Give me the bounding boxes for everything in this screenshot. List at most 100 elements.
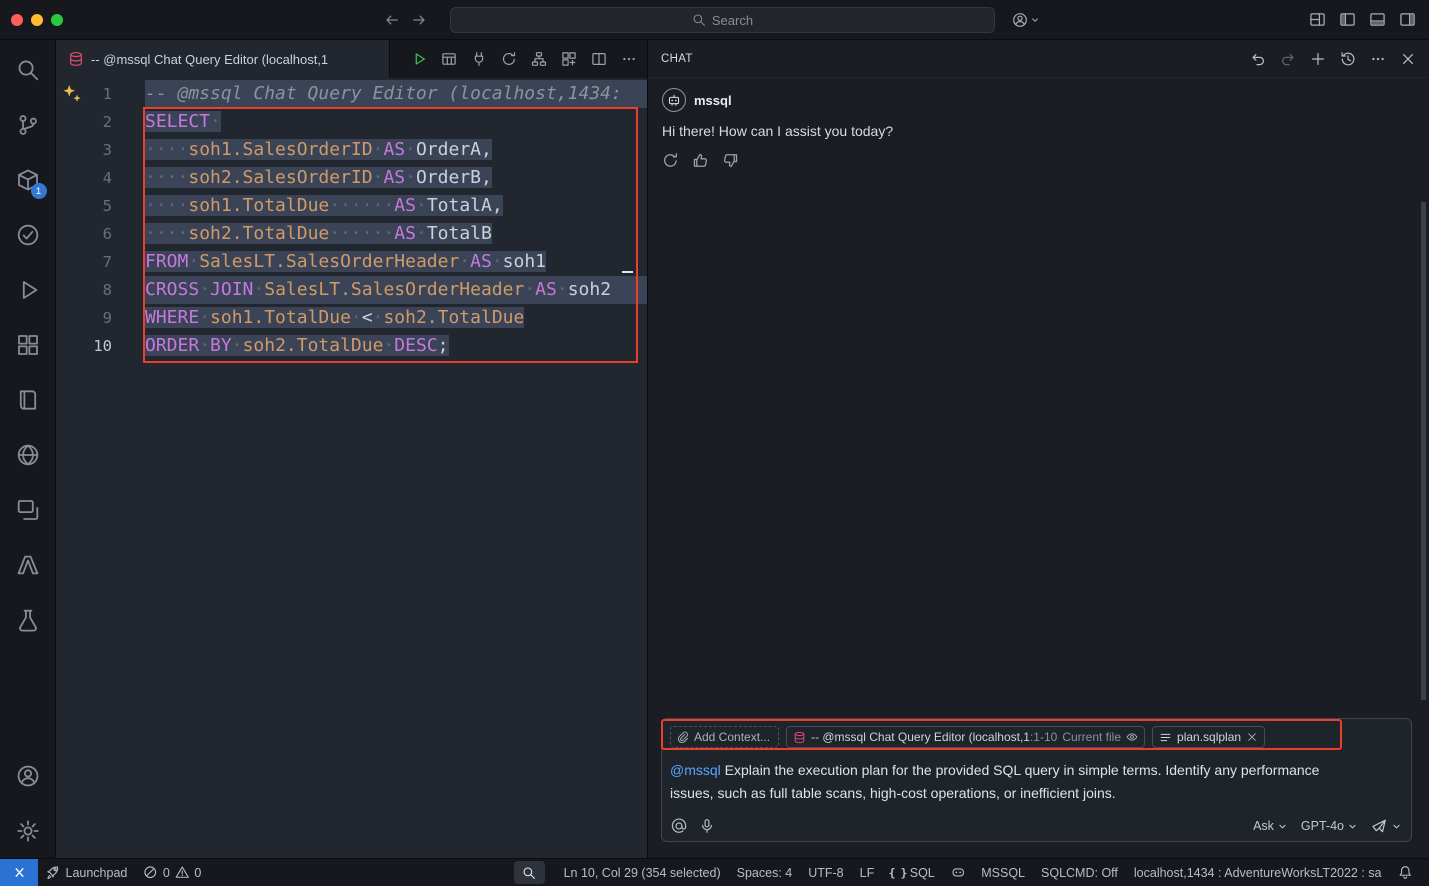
activity-item-accounts[interactable] xyxy=(4,748,52,803)
chip-label: -- @mssql Chat Query Editor (localhost,1… xyxy=(811,730,1057,744)
activity-item-settings[interactable] xyxy=(4,803,52,858)
toggle-primary-sidebar-icon[interactable] xyxy=(1339,11,1356,28)
toggle-secondary-sidebar-icon[interactable] xyxy=(1399,11,1416,28)
add-context-button[interactable]: Add Context... xyxy=(670,726,779,748)
bell-icon xyxy=(1398,865,1413,880)
launchpad-status[interactable]: Launchpad xyxy=(38,859,135,886)
chat-history-button[interactable] xyxy=(1336,47,1359,70)
change-connection-button[interactable] xyxy=(496,47,521,72)
helpful-button[interactable] xyxy=(692,152,709,169)
list-icon xyxy=(1159,731,1172,744)
query-plan-button[interactable] xyxy=(556,47,581,72)
remote-indicator[interactable] xyxy=(0,859,38,886)
close-window-button[interactable] xyxy=(11,14,23,26)
code-line-8[interactable]: 8 CROSS·JOIN·SalesLT.SalesOrderHeader·AS… xyxy=(56,276,647,304)
activity-item-remote-explorer[interactable] xyxy=(4,482,52,537)
activity-item-sql-tools[interactable] xyxy=(4,592,52,647)
nav-back-icon[interactable] xyxy=(384,12,400,28)
check-circle-icon xyxy=(16,223,40,247)
new-chat-button[interactable] xyxy=(1306,47,1329,70)
line-number: 3 xyxy=(56,136,112,164)
code-line-9[interactable]: 9 WHERE·soh1.TotalDue·<·soh2.TotalDue xyxy=(56,304,647,332)
source-control-icon xyxy=(16,113,40,137)
send-button[interactable] xyxy=(1371,818,1402,834)
indentation[interactable]: Spaces: 4 xyxy=(729,859,801,886)
copilot-sparkle-icon[interactable] xyxy=(61,83,83,105)
code-line-3[interactable]: 3 ····soh1.SalesOrderID·AS·OrderA, xyxy=(56,136,647,164)
more-actions-button[interactable] xyxy=(616,47,641,72)
eol[interactable]: LF xyxy=(852,859,883,886)
robot-icon xyxy=(667,93,681,107)
redo-button[interactable] xyxy=(1276,47,1299,70)
code-line-2[interactable]: 2 SELECT· xyxy=(56,108,647,136)
connect-button[interactable] xyxy=(466,47,491,72)
sqlcmd-status[interactable]: SQLCMD: Off xyxy=(1033,859,1126,886)
language-mode[interactable]: { }SQL xyxy=(882,859,943,886)
problems-status[interactable]: 0 0 xyxy=(135,859,209,886)
azure-icon xyxy=(16,553,40,577)
run-query-button[interactable] xyxy=(406,47,431,72)
mssql-status[interactable]: MSSQL xyxy=(973,859,1033,886)
unhelpful-button[interactable] xyxy=(722,152,739,169)
show-results-button[interactable] xyxy=(436,47,461,72)
context-chip-query-editor[interactable]: -- @mssql Chat Query Editor (localhost,1… xyxy=(786,726,1145,748)
code-line-4[interactable]: 4 ····soh2.SalesOrderID·AS·OrderB, xyxy=(56,164,647,192)
context-chip-sqlplan[interactable]: plan.sqlplan xyxy=(1152,726,1265,748)
code-line-text: ORDER·BY·soh2.TotalDue·DESC; xyxy=(145,332,647,360)
copilot-status[interactable] xyxy=(943,859,974,886)
code-line-1[interactable]: 1 -- @mssql Chat Query Editor (localhost… xyxy=(56,80,647,108)
nav-forward-icon[interactable] xyxy=(411,12,427,28)
chat-prompt-input[interactable]: @mssql Explain the execution plan for th… xyxy=(670,759,1365,805)
encoding[interactable]: UTF-8 xyxy=(800,859,851,886)
cursor-position[interactable]: Ln 10, Col 29 (354 selected) xyxy=(556,859,729,886)
activity-item-documentation[interactable] xyxy=(4,372,52,427)
editor-tab[interactable]: -- @mssql Chat Query Editor (localhost,1 xyxy=(56,40,390,78)
zoom-indicator[interactable] xyxy=(514,861,545,884)
book-icon xyxy=(16,388,40,412)
activity-item-testing[interactable] xyxy=(4,207,52,262)
code-line-10[interactable]: 10 ORDER·BY·soh2.TotalDue·DESC; xyxy=(56,332,647,360)
activity-item-extensions[interactable] xyxy=(4,317,52,372)
activity-item-extensions-package[interactable]: 1 xyxy=(4,152,52,207)
code-editor[interactable]: 1 -- @mssql Chat Query Editor (localhost… xyxy=(56,78,647,858)
activity-item-search[interactable] xyxy=(4,42,52,97)
search-placeholder: Search xyxy=(712,13,753,28)
zoom-window-button[interactable] xyxy=(51,14,63,26)
undo-button[interactable] xyxy=(1246,47,1269,70)
notifications[interactable] xyxy=(1390,859,1421,886)
more-options-button[interactable] xyxy=(1366,47,1389,70)
regenerate-button[interactable] xyxy=(662,152,679,169)
activity-item-run-and-debug[interactable] xyxy=(4,262,52,317)
minimize-window-button[interactable] xyxy=(31,14,43,26)
eye-icon[interactable] xyxy=(1126,731,1138,743)
layout-controls xyxy=(1309,11,1416,28)
mssql-mention[interactable]: @mssql xyxy=(670,762,721,778)
account-menu[interactable] xyxy=(1012,12,1040,28)
command-center-search[interactable]: Search xyxy=(450,7,995,33)
connection-status[interactable]: localhost,1434 : AdventureWorksLT2022 : … xyxy=(1126,859,1390,886)
close-panel-button[interactable] xyxy=(1396,47,1419,70)
code-line-6[interactable]: 6 ····soh2.TotalDue······AS·TotalB xyxy=(56,220,647,248)
code-area: 1 -- @mssql Chat Query Editor (localhost… xyxy=(56,80,647,360)
chat-mode-picker[interactable]: Ask xyxy=(1253,819,1288,833)
add-mention-button[interactable] xyxy=(671,818,687,834)
code-line-5[interactable]: 5 ····soh1.TotalDue······AS·TotalA, xyxy=(56,192,647,220)
customize-layout-icon[interactable] xyxy=(1309,11,1326,28)
workbench: 1 -- @mssql Chat Query E xyxy=(0,40,1429,858)
activity-item-web[interactable] xyxy=(4,427,52,482)
toggle-panel-icon[interactable] xyxy=(1369,11,1386,28)
voice-input-button[interactable] xyxy=(699,818,715,834)
model-picker[interactable]: GPT-4o xyxy=(1301,819,1358,833)
activity-item-azure[interactable] xyxy=(4,537,52,592)
schema-visualizer-button[interactable] xyxy=(526,47,551,72)
chat-panel: CHAT mssql Hi there! How can I assist yo… xyxy=(648,40,1429,858)
close-icon[interactable] xyxy=(1246,731,1258,743)
gear-icon xyxy=(16,819,40,843)
scrollbar-thumb[interactable] xyxy=(1421,202,1426,700)
prompt-text: Explain the execution plan for the provi… xyxy=(670,762,1319,801)
chat-conversation: mssql Hi there! How can I assist you tod… xyxy=(648,78,1429,718)
code-line-7[interactable]: 7 FROM·SalesLT.SalesOrderHeader·AS·soh1 xyxy=(56,248,647,276)
chat-message-header: mssql xyxy=(662,88,1415,112)
split-editor-button[interactable] xyxy=(586,47,611,72)
activity-item-source-control[interactable] xyxy=(4,97,52,152)
